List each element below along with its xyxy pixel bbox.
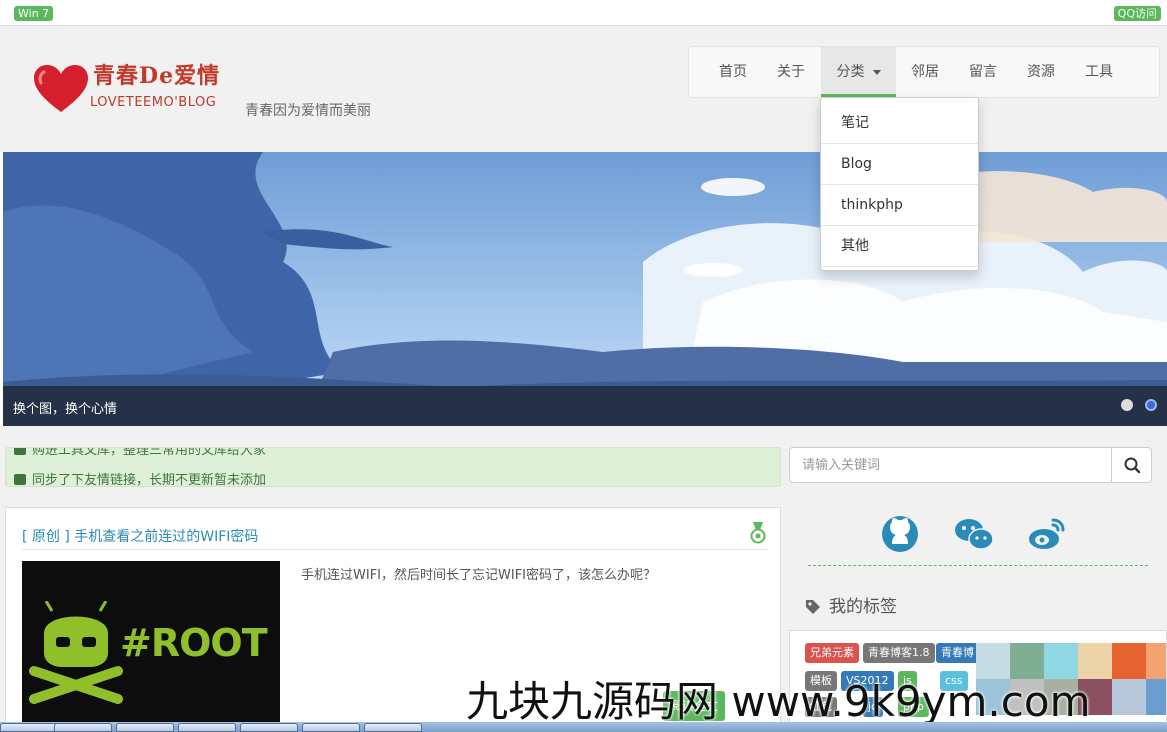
- post-summary: 手机连过WIFI，然后时间长了忘记WIFI密码了，该怎么办呢？: [301, 568, 656, 583]
- taskbar-button[interactable]: [178, 723, 236, 732]
- notice-item[interactable]: 购进工具文库，整理三常用的文库给大家: [14, 447, 267, 458]
- nav-about[interactable]: 关于: [765, 47, 817, 97]
- taskbar-button[interactable]: [116, 723, 174, 732]
- tags-heading: 我的标签: [805, 592, 897, 617]
- wechat-icon[interactable]: [954, 514, 994, 554]
- android-skull-icon: [29, 601, 123, 704]
- search-input[interactable]: [789, 447, 1112, 483]
- heart-logo-icon[interactable]: [32, 64, 90, 114]
- taskbar-button[interactable]: [302, 723, 360, 732]
- search-button[interactable]: [1111, 447, 1152, 483]
- medal-icon: [750, 522, 766, 544]
- carousel-dot-2[interactable]: [1145, 399, 1157, 411]
- thumbnail-text: #ROOT: [120, 621, 268, 665]
- banner-image: [3, 152, 1167, 426]
- post-title[interactable]: [ 原创 ] 手机查看之前连过的WIFI密码: [22, 526, 258, 546]
- banner-carousel[interactable]: 换个图，换个心情: [3, 152, 1167, 426]
- notice-text: 同步了下友情链接，长期不更新暂未添加: [32, 473, 267, 487]
- tag-icon: [806, 600, 820, 614]
- color-swatch: [1112, 643, 1146, 679]
- site-subtitle: LOVETEEMO'BLOG: [90, 95, 217, 110]
- category-dropdown: 笔记 Blog thinkphp 其他: [820, 97, 979, 271]
- tag-chip[interactable]: 青春博: [936, 643, 979, 663]
- top-bar: Win 7 QQ访问: [0, 0, 1167, 26]
- shopping-bag-icon: [14, 448, 26, 455]
- color-swatch: [1112, 679, 1146, 715]
- taskbar-button[interactable]: [0, 723, 58, 732]
- notice-text: 购进工具文库，整理三常用的文库给大家: [32, 447, 267, 458]
- social-links: [808, 512, 1148, 566]
- banner-caption: 换个图，换个心情: [3, 386, 1167, 426]
- taskbar-button[interactable]: [364, 723, 422, 732]
- notice-bar: 购进工具文库，整理三常用的文库给大家 同步了下友情链接，长期不更新暂未添加: [5, 447, 781, 487]
- search-icon: [1124, 457, 1141, 474]
- tag-chip[interactable]: 青春博客1.8: [863, 643, 935, 663]
- nav-guestbook[interactable]: 留言: [957, 47, 1009, 97]
- nav-category-label: 分类: [836, 64, 865, 80]
- dropdown-item-notes[interactable]: 笔记: [821, 103, 978, 144]
- dropdown-item-blog[interactable]: Blog: [821, 144, 978, 185]
- nav-neighbors[interactable]: 邻居: [899, 47, 951, 97]
- notice-item[interactable]: 同步了下友情链接，长期不更新暂未添加: [14, 469, 267, 487]
- carousel-dot-1[interactable]: [1121, 399, 1133, 411]
- tag-chip[interactable]: 兄弟元素: [805, 643, 859, 663]
- nav-category[interactable]: 分类: [821, 47, 896, 97]
- shopping-bag-icon: [14, 474, 26, 485]
- weibo-icon[interactable]: [1026, 514, 1066, 554]
- site-slogan: 青春因为爱情而美丽: [245, 103, 371, 119]
- taskbar-button[interactable]: [54, 723, 112, 732]
- os-taskbar: [0, 722, 1167, 732]
- dropdown-item-other[interactable]: 其他: [821, 226, 978, 267]
- nav-resources[interactable]: 资源: [1015, 47, 1067, 97]
- nav-home[interactable]: 首页: [707, 47, 759, 97]
- color-swatch: [1146, 643, 1166, 679]
- caret-down-icon: [872, 69, 881, 75]
- taskbar-button[interactable]: [240, 723, 298, 732]
- search-form: [789, 447, 1152, 483]
- site-header: 青春De爱情 LOVETEEMO'BLOG 青春因为爱情而美丽 首页 关于 分类…: [0, 26, 1167, 152]
- github-icon[interactable]: [880, 514, 920, 554]
- color-swatch: [1146, 679, 1166, 715]
- dropdown-item-thinkphp[interactable]: thinkphp: [821, 185, 978, 226]
- nav-tools[interactable]: 工具: [1073, 47, 1125, 97]
- post-divider: [22, 549, 768, 550]
- site-title[interactable]: 青春De爱情: [93, 58, 220, 90]
- qq-visit-badge[interactable]: QQ访问: [1113, 6, 1161, 21]
- main-nav: 首页 关于 分类 邻居 留言 资源 工具: [688, 46, 1160, 98]
- os-badge: Win 7: [14, 6, 54, 21]
- tags-title: 我的标签: [829, 597, 897, 617]
- watermark-text: 九块九源码网 www.9k9ym.com: [466, 677, 1091, 726]
- post-thumbnail[interactable]: #ROOT: [22, 561, 280, 732]
- banner-caption-text: 换个图，换个心情: [13, 402, 118, 417]
